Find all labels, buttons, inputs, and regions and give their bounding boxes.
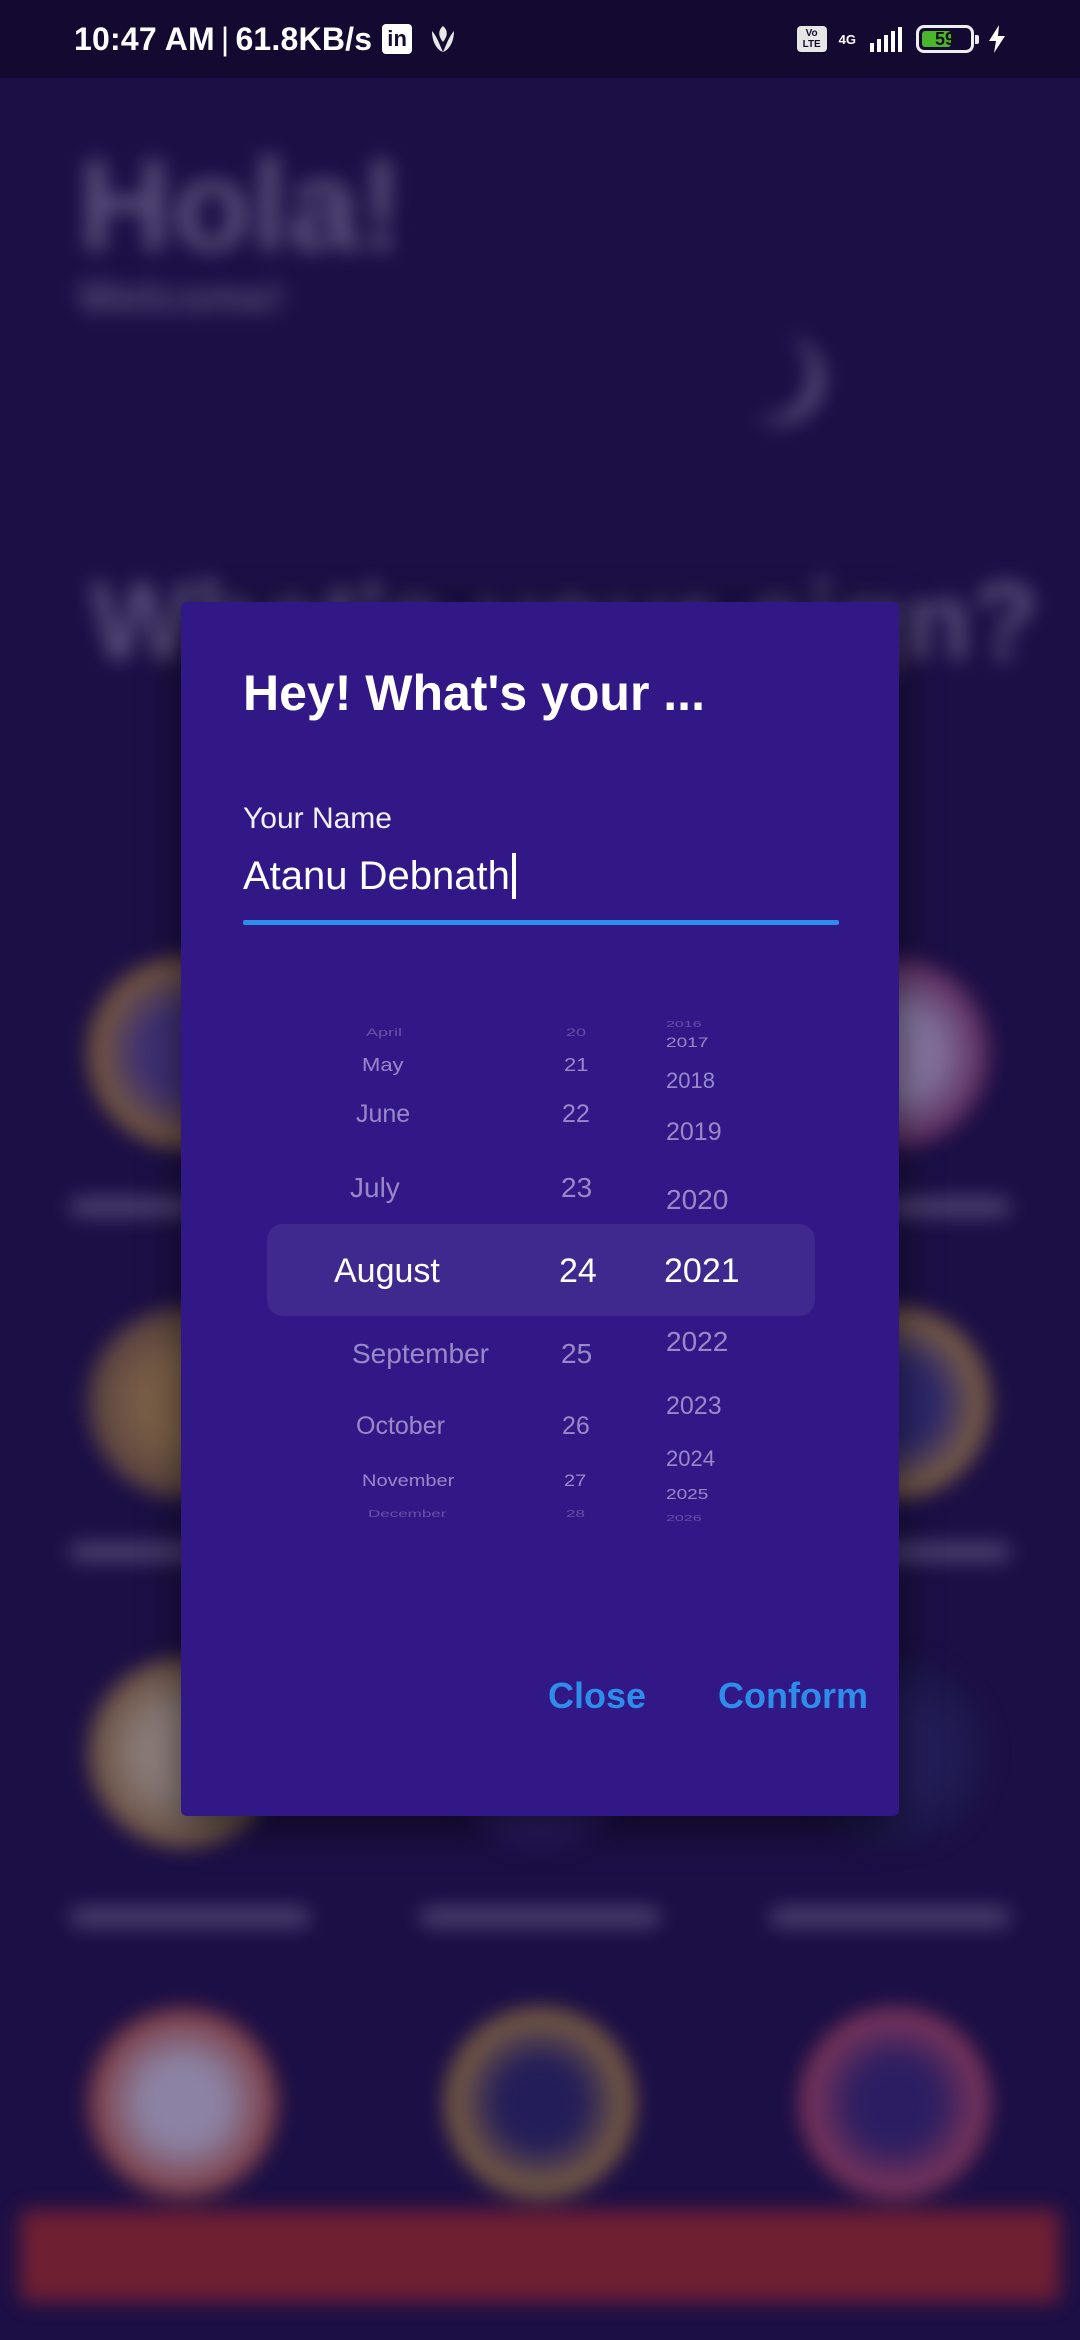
year-option[interactable]: 2018: [666, 1068, 715, 1094]
zodiac-card-10: [88, 2008, 278, 2198]
date-picker[interactable]: April May June July August September Oct…: [264, 1012, 816, 1552]
background-cta-button: [20, 2210, 1060, 2302]
month-option[interactable]: July: [350, 1172, 400, 1204]
network-speed: 61.8KB/s: [235, 20, 373, 57]
charging-icon: [989, 25, 1005, 53]
year-option[interactable]: 2020: [666, 1184, 728, 1216]
text-caret: [511, 853, 516, 899]
day-option[interactable]: 23: [561, 1172, 592, 1204]
zodiac-card-11: [445, 2008, 635, 2198]
network-type: 4G: [839, 33, 856, 46]
year-option[interactable]: 2017: [666, 1035, 708, 1052]
greeting-heading: Hola!: [78, 132, 403, 278]
month-option[interactable]: April: [366, 1026, 402, 1039]
name-date-dialog: Hey! What's your ... Your Name Atanu Deb…: [181, 602, 899, 1816]
month-option-selected[interactable]: August: [334, 1252, 440, 1291]
month-option[interactable]: November: [362, 1472, 454, 1492]
month-option[interactable]: December: [368, 1508, 446, 1520]
status-left: 10:47 AM | 61.8KB/s in: [74, 21, 460, 58]
year-option[interactable]: 2026: [666, 1515, 702, 1524]
year-option[interactable]: 2024: [666, 1446, 715, 1472]
confirm-button[interactable]: Conform: [718, 1675, 868, 1717]
day-option[interactable]: 27: [564, 1472, 586, 1492]
day-option[interactable]: 20: [566, 1026, 586, 1039]
month-option[interactable]: May: [362, 1054, 404, 1076]
month-option[interactable]: June: [356, 1100, 410, 1129]
day-option[interactable]: 26: [562, 1412, 590, 1441]
status-bar: 10:47 AM | 61.8KB/s in Vo LTE 4G 59: [0, 0, 1080, 78]
status-separator: |: [220, 20, 230, 57]
year-option[interactable]: 2023: [666, 1392, 722, 1421]
name-input-underline: [243, 920, 839, 925]
year-option[interactable]: 2022: [666, 1326, 728, 1358]
volte-icon: Vo LTE: [796, 26, 827, 52]
zodiac-label-9: [770, 1908, 1010, 1926]
zodiac-label-7: [70, 1908, 310, 1926]
month-option[interactable]: September: [352, 1338, 489, 1370]
year-option[interactable]: 2016: [666, 1021, 702, 1030]
close-button[interactable]: Close: [548, 1675, 646, 1717]
network-type-label: 4G: [838, 31, 856, 47]
day-option[interactable]: 25: [561, 1338, 592, 1370]
year-option[interactable]: 2019: [666, 1118, 722, 1147]
status-right: Vo LTE 4G 59: [796, 24, 1008, 54]
day-option[interactable]: 28: [566, 1508, 585, 1520]
day-option[interactable]: 22: [562, 1100, 590, 1129]
name-input-value: Atanu Debnath: [243, 853, 510, 898]
year-option[interactable]: 2025: [666, 1486, 708, 1504]
dialog-title: Hey! What's your ...: [243, 665, 705, 721]
linkedin-icon: in: [382, 24, 413, 54]
name-input[interactable]: Atanu Debnath: [243, 842, 839, 910]
zodiac-card-12: [800, 2008, 990, 2198]
day-option-selected[interactable]: 24: [559, 1252, 597, 1291]
moon-icon: [720, 328, 810, 418]
battery-icon: 59: [916, 25, 979, 53]
name-field-label: Your Name: [243, 802, 392, 835]
welcome-subtitle: Welcome!: [78, 273, 286, 322]
day-option[interactable]: 21: [564, 1054, 588, 1076]
battery-level: 59: [934, 28, 956, 49]
signal-icon: [870, 27, 902, 52]
month-option[interactable]: October: [356, 1412, 445, 1441]
year-option-selected[interactable]: 2021: [664, 1252, 740, 1291]
tulip-icon: [432, 26, 455, 52]
zodiac-label-8: [420, 1908, 660, 1926]
status-time: 10:47 AM: [74, 20, 215, 57]
